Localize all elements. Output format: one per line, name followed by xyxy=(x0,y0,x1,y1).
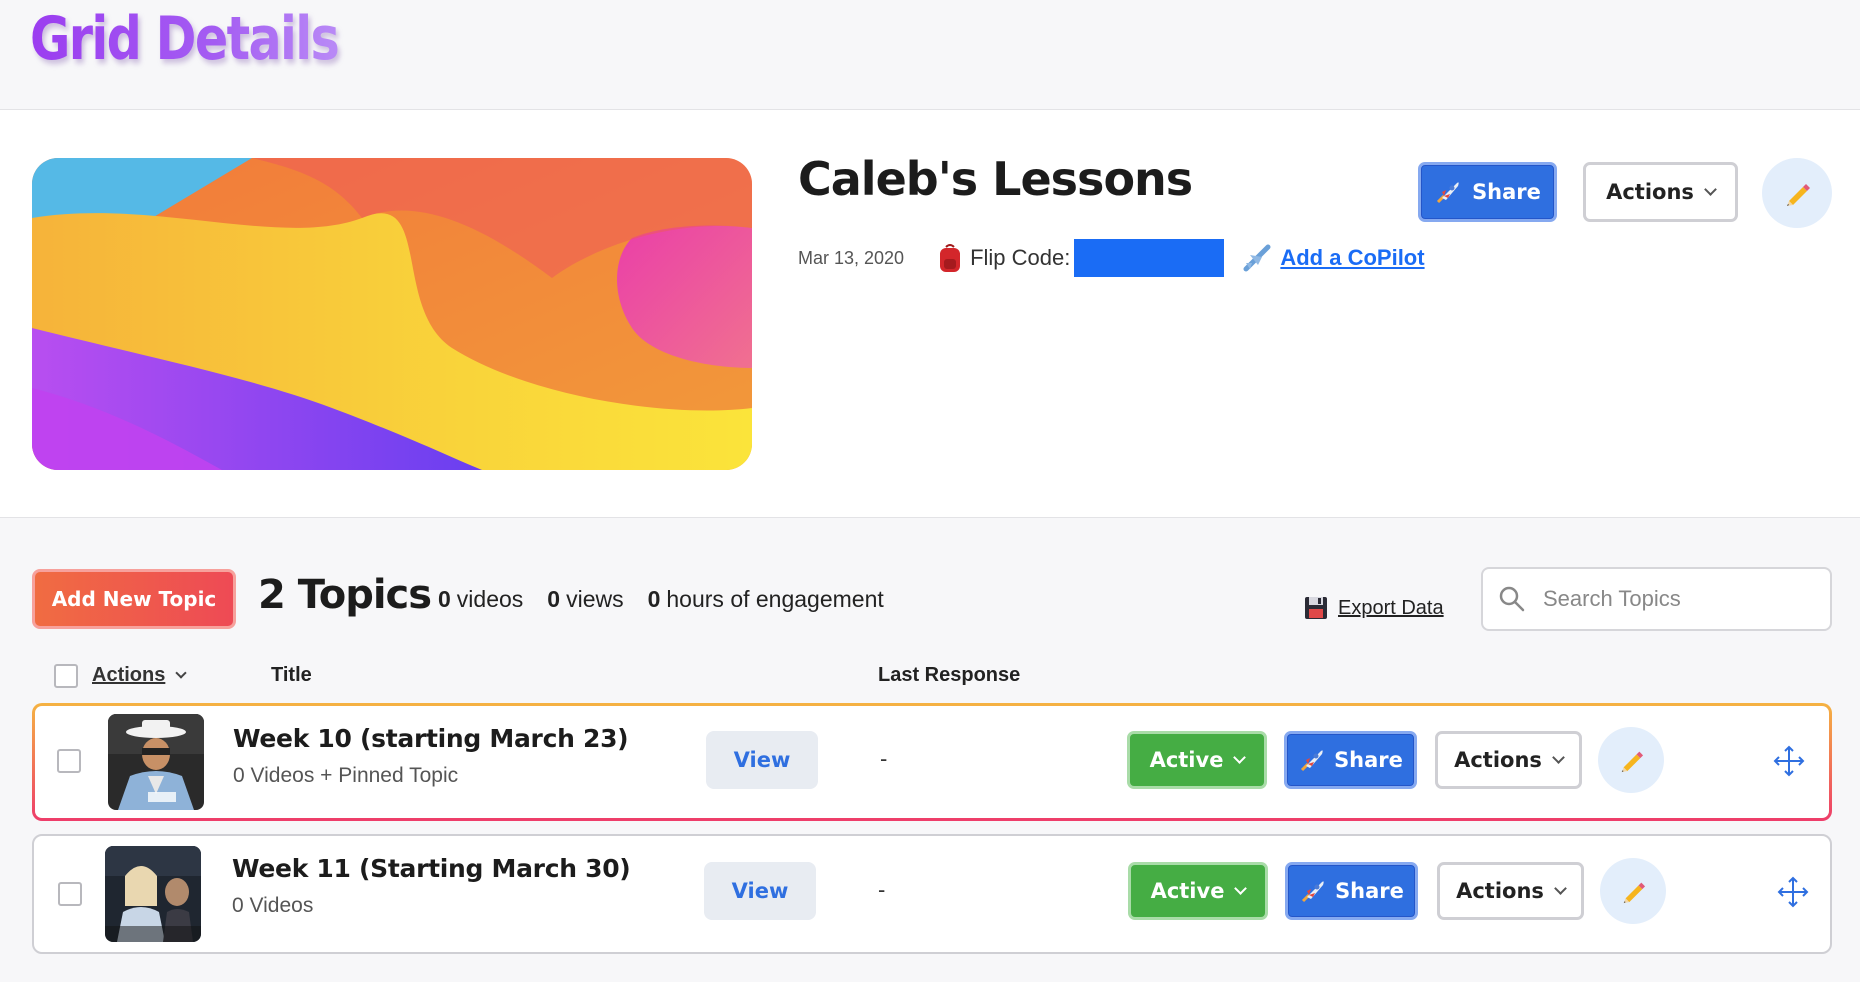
search-topics-field[interactable] xyxy=(1481,567,1832,631)
stat-views: 0 views xyxy=(547,586,624,612)
topic-edit-button[interactable] xyxy=(1598,727,1664,793)
topic-actions-dropdown[interactable]: Actions xyxy=(1437,862,1584,920)
topics-stats: 0 videos 0 views 0 hours of engagement xyxy=(438,586,884,613)
backpack-icon xyxy=(938,243,962,273)
topic-actions-label: Actions xyxy=(1454,748,1542,772)
grid-edit-button[interactable] xyxy=(1762,158,1832,228)
grid-actions-dropdown[interactable]: Actions xyxy=(1583,162,1738,222)
topic-actions-dropdown[interactable]: Actions xyxy=(1435,731,1582,789)
bulk-actions-dropdown[interactable]: Actions xyxy=(92,664,188,687)
grid-card: Caleb's Lessons Mar 13, 2020 Flip Code: … xyxy=(0,110,1860,518)
airplane-icon xyxy=(1242,243,1272,273)
topic-row: Week 11 (Starting March 30) 0 Videos Vie… xyxy=(32,834,1832,954)
bulk-actions-label: Actions xyxy=(92,664,166,686)
move-arrows-icon[interactable] xyxy=(1772,744,1806,783)
flip-code-label: Flip Code: xyxy=(970,245,1071,270)
grid-name: Caleb's Lessons xyxy=(798,152,1193,206)
status-label: Active xyxy=(1149,748,1224,772)
topic-thumbnail[interactable] xyxy=(105,846,201,942)
grid-created-date: Mar 13, 2020 xyxy=(798,247,905,268)
topic-title[interactable]: Week 10 (starting March 23) xyxy=(233,724,629,753)
topic-actions-label: Actions xyxy=(1456,879,1544,903)
topic-row: Week 10 (starting March 23) 0 Videos + P… xyxy=(32,703,1832,821)
pencil-icon xyxy=(1618,747,1644,773)
column-title: Title xyxy=(271,664,312,686)
topic-subtitle: 0 Videos xyxy=(232,894,314,917)
topic-share-label: Share xyxy=(1335,879,1404,903)
search-topics-input[interactable] xyxy=(1543,586,1803,612)
move-arrows-icon[interactable] xyxy=(1776,875,1810,914)
topic-subtitle: 0 Videos + Pinned Topic xyxy=(233,764,459,787)
rocket-icon xyxy=(1299,877,1327,905)
status-label: Active xyxy=(1150,879,1225,903)
rocket-icon xyxy=(1434,178,1462,206)
pencil-icon xyxy=(1620,878,1646,904)
chevron-down-icon xyxy=(1554,881,1567,895)
add-copilot-link[interactable]: Add a CoPilot xyxy=(1280,245,1424,271)
last-response-value: - xyxy=(878,877,886,902)
view-button[interactable]: View xyxy=(706,731,818,789)
stat-videos: 0 videos xyxy=(438,586,524,612)
floppy-disk-icon xyxy=(1304,596,1328,620)
select-all-checkbox[interactable] xyxy=(54,664,78,688)
topic-checkbox[interactable] xyxy=(57,749,81,773)
chevron-down-icon xyxy=(1704,182,1717,196)
export-data-label: Export Data xyxy=(1338,596,1444,619)
page-header: Grid Details xyxy=(0,0,1860,110)
add-new-topic-button[interactable]: Add New Topic xyxy=(32,569,236,629)
view-button[interactable]: View xyxy=(704,862,816,920)
topic-edit-button[interactable] xyxy=(1600,858,1666,924)
status-dropdown[interactable]: Active xyxy=(1127,731,1267,789)
topics-count-title: 2 Topics xyxy=(258,572,432,618)
chevron-down-icon xyxy=(1233,750,1247,764)
topic-thumbnail[interactable] xyxy=(108,714,204,810)
rocket-icon xyxy=(1298,746,1326,774)
grid-share-label: Share xyxy=(1472,180,1541,204)
page-title: Grid Details xyxy=(30,4,340,74)
status-dropdown[interactable]: Active xyxy=(1128,862,1268,920)
grid-actions-label: Actions xyxy=(1606,180,1694,204)
topic-checkbox[interactable] xyxy=(58,882,82,906)
stat-engagement: 0 hours of engagement xyxy=(647,586,884,612)
chevron-down-icon xyxy=(1234,881,1248,895)
column-last-response: Last Response xyxy=(878,664,1021,686)
grid-share-button[interactable]: Share xyxy=(1418,162,1557,222)
topic-share-button[interactable]: Share xyxy=(1285,862,1418,920)
topic-share-button[interactable]: Share xyxy=(1284,731,1417,789)
flip-code-value[interactable] xyxy=(1074,239,1225,277)
last-response-value: - xyxy=(880,746,888,771)
chevron-down-icon xyxy=(1552,750,1565,764)
pencil-icon xyxy=(1783,179,1811,207)
grid-meta-row: Mar 13, 2020 Flip Code: Add a CoPilot xyxy=(798,238,1425,278)
search-icon xyxy=(1499,586,1525,612)
topic-share-label: Share xyxy=(1334,748,1403,772)
grid-banner-image xyxy=(32,158,752,470)
export-data-link[interactable]: Export Data xyxy=(1304,596,1444,620)
chevron-down-icon xyxy=(175,666,188,679)
topic-title[interactable]: Week 11 (Starting March 30) xyxy=(232,854,631,883)
